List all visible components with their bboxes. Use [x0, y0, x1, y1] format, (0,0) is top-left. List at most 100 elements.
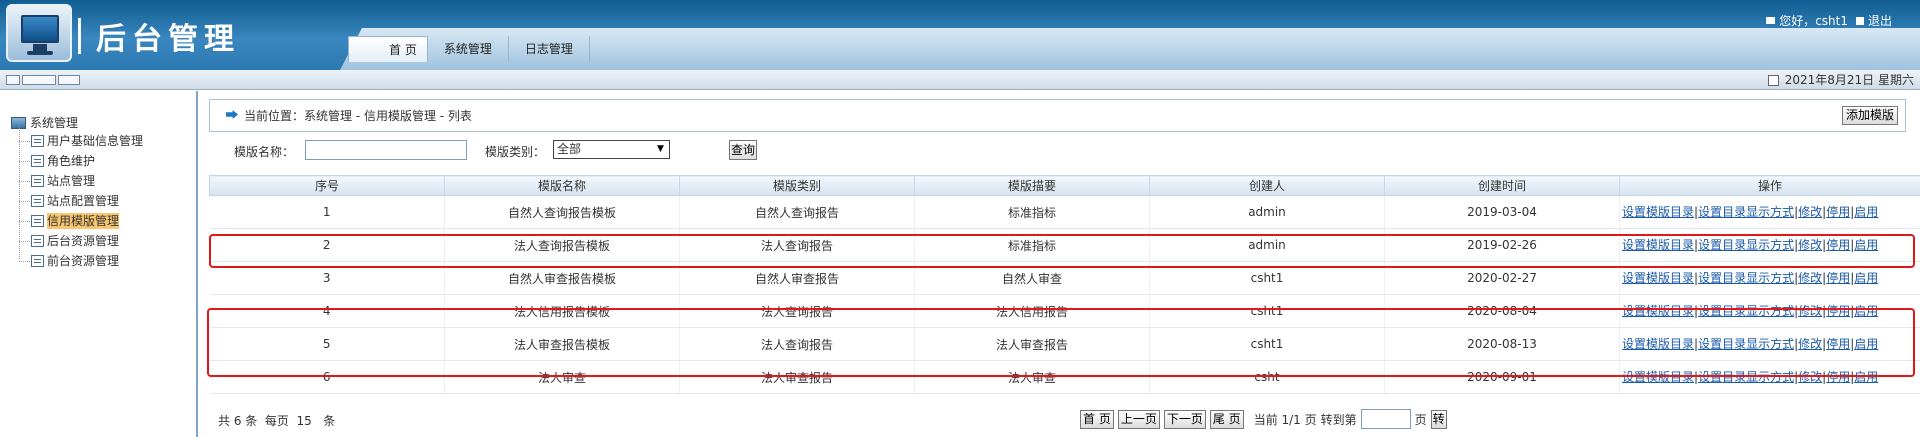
row-template-type: 法人查询报告 [679, 294, 915, 328]
prev-page-button[interactable]: 上一页 [1117, 409, 1160, 429]
row-actions: 设置模版目录|设置目录显示方式|修改|停用|启用 [1619, 261, 1920, 295]
set-display-mode-link[interactable]: 设置目录显示方式 [1698, 304, 1794, 318]
sidebar-item-label: 后台资源管理 [47, 234, 120, 248]
enable-link[interactable]: 启用 [1854, 370, 1878, 384]
col-header-summary: 模版描要 [914, 175, 1150, 196]
row-created-date: 2019-03-04 [1384, 195, 1620, 229]
row-created-date: 2020-08-04 [1384, 294, 1620, 328]
edit-link[interactable]: 修改 [1798, 205, 1822, 219]
date-text: 2021年8月21日 星期六 [1784, 73, 1914, 87]
monitor-logo-icon [6, 4, 72, 62]
enable-link[interactable]: 启用 [1854, 271, 1878, 285]
edit-link[interactable]: 修改 [1798, 304, 1822, 318]
nav-tab-system[interactable]: 系统管理 [428, 36, 509, 62]
row-actions: 设置模版目录|设置目录显示方式|修改|停用|启用 [1619, 195, 1920, 229]
tree-root[interactable]: 系统管理 [11, 114, 78, 131]
row-creator: admin [1149, 195, 1385, 229]
table-row: 3 自然人审查报告模板 自然人审查报告 自然人审查 csht1 2020-02-27 设置模… [209, 261, 1920, 295]
add-template-button[interactable]: 添加模版 [1841, 106, 1898, 125]
edit-link[interactable]: 修改 [1798, 370, 1822, 384]
disable-link[interactable]: 停用 [1826, 304, 1850, 318]
search-bar: 模版名称： 模版类别： 全部 ▼ 查询 [209, 134, 1906, 164]
sidebar-item-site-config[interactable]: 站点配置管理 [19, 193, 119, 209]
row-creator: admin [1149, 228, 1385, 262]
set-catalog-link[interactable]: 设置模版目录 [1622, 304, 1694, 318]
edit-link[interactable]: 修改 [1798, 271, 1822, 285]
page-icon [31, 155, 44, 167]
sidebar-item-label: 角色维护 [47, 154, 96, 168]
top-nav: 首 页 系统管理 日志管理 [348, 36, 590, 62]
disable-link[interactable]: 停用 [1826, 238, 1850, 252]
col-header-created: 创建时间 [1384, 175, 1620, 196]
jump-label: 转到第 [1320, 412, 1357, 427]
set-display-mode-link[interactable]: 设置目录显示方式 [1698, 238, 1794, 252]
calendar-icon [1767, 74, 1779, 86]
sidebar-item-roles[interactable]: 角色维护 [19, 153, 96, 169]
set-display-mode-link[interactable]: 设置目录显示方式 [1698, 337, 1794, 351]
breadcrumb-path: 系统管理 - 信用模版管理 - 列表 [304, 109, 472, 123]
enable-link[interactable]: 启用 [1854, 238, 1878, 252]
sidebar-item-label: 前台资源管理 [47, 254, 120, 268]
set-catalog-link[interactable]: 设置模版目录 [1622, 271, 1694, 285]
disable-link[interactable]: 停用 [1826, 271, 1850, 285]
disable-link[interactable]: 停用 [1826, 205, 1850, 219]
sidebar-toggle-icon[interactable] [6, 75, 92, 85]
set-catalog-link[interactable]: 设置模版目录 [1622, 370, 1694, 384]
logo-divider [78, 18, 81, 54]
row-actions: 设置模版目录|设置目录显示方式|修改|停用|启用 [1619, 327, 1920, 361]
page-unit: 页 [1414, 412, 1427, 427]
table-row: 1 自然人查询报告模板 自然人查询报告 标准指标 admin 2019-03-04 设置模版… [209, 195, 1920, 229]
col-header-index: 序号 [209, 175, 445, 196]
row-index: 4 [209, 294, 445, 328]
page-icon [31, 255, 44, 267]
template-name-input[interactable] [305, 140, 467, 160]
date-display: 2021年8月21日 星期六 [1767, 72, 1914, 88]
set-catalog-link[interactable]: 设置模版目录 [1622, 205, 1694, 219]
first-page-button[interactable]: 首 页 [1080, 409, 1114, 429]
row-created-date: 2020-09-01 [1384, 360, 1620, 394]
row-template-summary: 法人审查 [914, 360, 1150, 394]
logout-link[interactable]: 退出 [1868, 12, 1892, 29]
template-type-value: 全部 [557, 142, 582, 156]
nav-tab-home[interactable]: 首 页 [348, 36, 428, 62]
enable-link[interactable]: 启用 [1854, 205, 1878, 219]
edit-link[interactable]: 修改 [1798, 337, 1822, 351]
set-display-mode-link[interactable]: 设置目录显示方式 [1698, 271, 1794, 285]
next-page-button[interactable]: 下一页 [1163, 409, 1206, 429]
nav-tab-log[interactable]: 日志管理 [509, 36, 590, 62]
tree-root-label: 系统管理 [30, 116, 79, 130]
row-template-name: 法人信用报告模板 [444, 294, 680, 328]
set-catalog-link[interactable]: 设置模版目录 [1622, 337, 1694, 351]
template-name-label: 模版名称： [234, 145, 295, 159]
sidebar-item-backend-resources[interactable]: 后台资源管理 [19, 233, 120, 249]
disable-link[interactable]: 停用 [1826, 370, 1850, 384]
last-page-button[interactable]: 尾 页 [1209, 409, 1244, 429]
edit-link[interactable]: 修改 [1798, 238, 1822, 252]
set-catalog-link[interactable]: 设置模版目录 [1622, 238, 1694, 252]
set-display-mode-link[interactable]: 设置目录显示方式 [1698, 370, 1794, 384]
template-type-select[interactable]: 全部 ▼ [553, 140, 670, 159]
row-actions: 设置模版目录|设置目录显示方式|修改|停用|启用 [1619, 294, 1920, 328]
top-header: 后台管理 您好，csht1 退出 首 页 系统管理 日志管理 [0, 0, 1920, 70]
main-content: 当前位置：系统管理 - 信用模版管理 - 列表 添加模版 模版名称： 模版类别：… [200, 91, 1920, 437]
page-icon [31, 195, 44, 207]
sidebar-item-sites[interactable]: 站点管理 [19, 173, 95, 189]
arrow-right-icon [226, 110, 238, 119]
sidebar-item-user-info[interactable]: 用户基础信息管理 [19, 133, 144, 149]
disable-link[interactable]: 停用 [1826, 337, 1850, 351]
enable-link[interactable]: 启用 [1854, 304, 1878, 318]
sidebar-item-credit-templates[interactable]: 信用模版管理 [19, 213, 120, 229]
go-button[interactable]: 转 [1430, 409, 1447, 429]
sidebar-item-label: 用户基础信息管理 [47, 134, 144, 148]
set-display-mode-link[interactable]: 设置目录显示方式 [1698, 205, 1794, 219]
row-creator: csht [1149, 360, 1385, 394]
page-icon [31, 175, 44, 187]
sidebar-item-frontend-resources[interactable]: 前台资源管理 [19, 253, 120, 269]
jump-page-input[interactable] [1360, 409, 1411, 429]
query-button[interactable]: 查询 [729, 140, 758, 160]
template-type-label: 模版类别： [485, 145, 546, 159]
enable-link[interactable]: 启用 [1854, 337, 1878, 351]
pagination: 共 6 条 每页 15 条 首 页 上一页 下一页 尾 页 当前 1/1 页 转… [209, 406, 1920, 430]
exit-icon[interactable] [1855, 16, 1864, 25]
row-created-date: 2020-08-13 [1384, 327, 1620, 361]
